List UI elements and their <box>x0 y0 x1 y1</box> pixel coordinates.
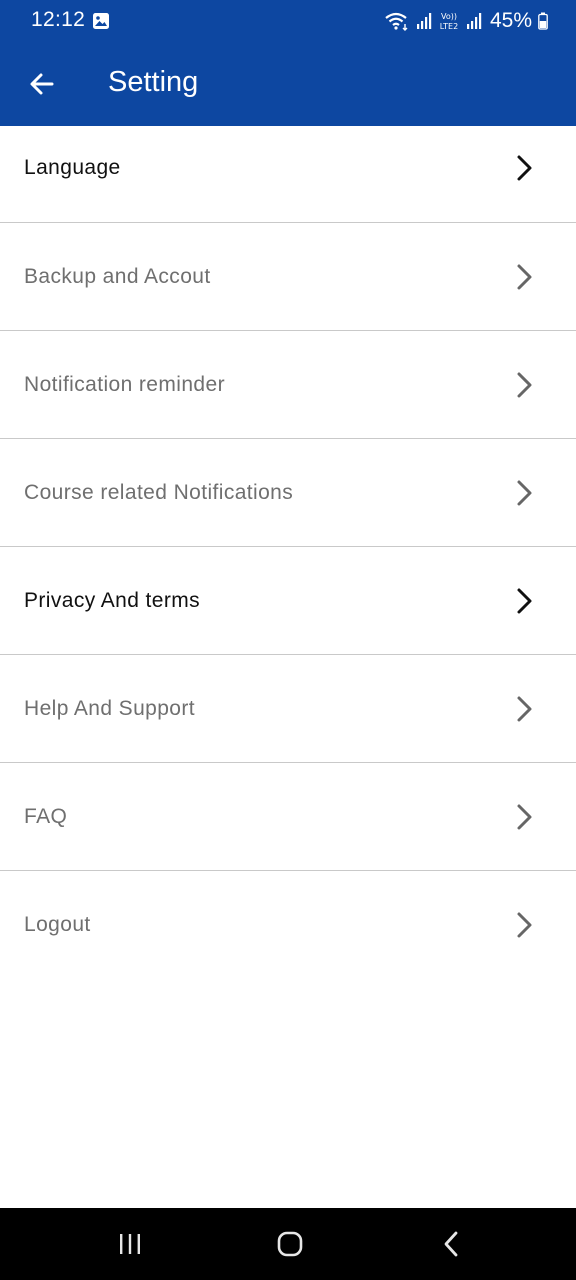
settings-item-help[interactable]: Help And Support <box>0 655 576 763</box>
settings-item-label: Course related Notifications <box>24 480 294 504</box>
volte-icon: Vo)) LTE2 <box>440 12 458 31</box>
signal-icon-2 <box>466 13 482 29</box>
recents-button[interactable] <box>110 1226 150 1262</box>
image-icon <box>93 13 109 29</box>
settings-item-label: Language <box>24 156 121 179</box>
settings-item-label: FAQ <box>24 804 68 828</box>
settings-item-label: Notification reminder <box>24 372 225 396</box>
page-title: Setting <box>108 66 199 98</box>
chevron-right-icon <box>517 155 532 181</box>
settings-item-backup[interactable]: Backup and Accout <box>0 223 576 331</box>
chevron-right-icon <box>517 264 532 289</box>
chevron-right-icon <box>517 372 532 397</box>
status-time: 12:12 <box>31 8 86 31</box>
wifi-icon <box>385 12 408 31</box>
chevron-right-icon <box>517 480 532 505</box>
chevron-right-icon <box>517 804 532 829</box>
arrow-left-icon <box>30 73 54 95</box>
settings-item-faq[interactable]: FAQ <box>0 763 576 871</box>
svg-text:LTE2: LTE2 <box>440 22 458 31</box>
system-back-button[interactable] <box>432 1226 472 1262</box>
chevron-right-icon <box>517 696 532 721</box>
settings-list: Language Backup and Accout Notification … <box>0 114 576 978</box>
top-bar: 12:12 Vo)) LTE2 45% Setting <box>0 0 576 126</box>
home-button[interactable] <box>270 1226 310 1262</box>
settings-item-language[interactable]: Language <box>0 114 576 223</box>
system-nav-bar <box>0 1208 576 1280</box>
settings-item-label: Logout <box>24 912 91 936</box>
settings-item-notification-reminder[interactable]: Notification reminder <box>0 331 576 439</box>
settings-item-label: Privacy And terms <box>24 588 201 612</box>
status-bar: 12:12 Vo)) LTE2 45% <box>0 0 576 42</box>
back-button[interactable] <box>20 62 64 106</box>
settings-item-label: Help And Support <box>24 696 196 720</box>
settings-item-label: Backup and Accout <box>24 264 211 288</box>
home-icon <box>277 1231 303 1257</box>
settings-item-logout[interactable]: Logout <box>0 871 576 978</box>
back-icon <box>444 1231 458 1257</box>
battery-percent: 45% <box>489 9 532 32</box>
battery-icon <box>538 12 548 30</box>
recents-icon <box>120 1234 140 1254</box>
svg-text:Vo)): Vo)) <box>441 12 457 21</box>
signal-icon <box>416 13 432 29</box>
status-icons: Vo)) LTE2 45% <box>384 8 548 34</box>
chevron-right-icon <box>517 912 532 937</box>
settings-screen: 12:12 Vo)) LTE2 45% Setting Language Bac… <box>0 0 576 1280</box>
chevron-right-icon <box>517 588 532 613</box>
settings-item-privacy[interactable]: Privacy And terms <box>0 547 576 655</box>
settings-item-course-notifications[interactable]: Course related Notifications <box>0 439 576 547</box>
